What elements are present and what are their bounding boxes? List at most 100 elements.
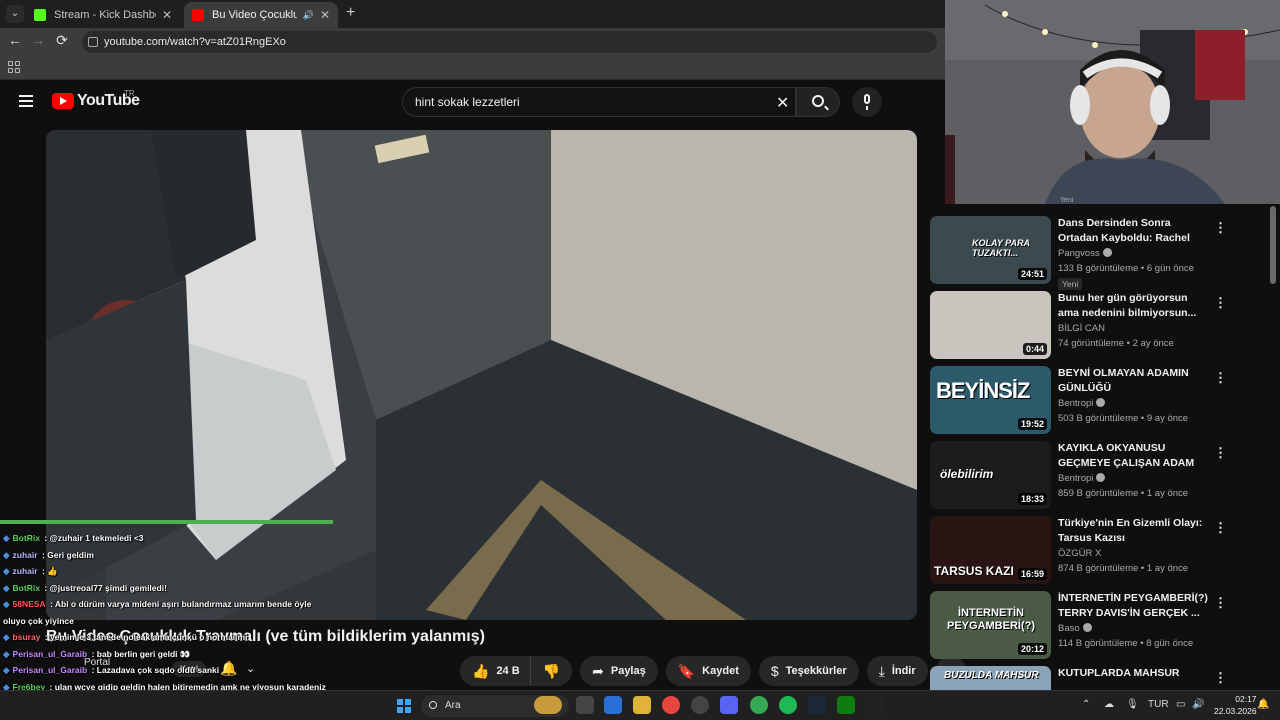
- thumbnail-caption: KOLAY PARA TUZAKTI...: [972, 238, 1030, 258]
- channel-name: ÖZGÜR X: [1058, 548, 1102, 559]
- widget-burger-icon[interactable]: [534, 696, 562, 714]
- chat-username[interactable]: Perisan_ul_Garaib: [13, 665, 88, 675]
- chat-username[interactable]: 58NESA: [13, 599, 46, 609]
- notification-icon[interactable]: 🔔: [1257, 699, 1269, 710]
- video-thumbnail[interactable]: İNTERNETİN PEYGAMBERİ(?) 20:12: [930, 591, 1051, 659]
- recommendation-channel[interactable]: Bentropi: [1058, 398, 1106, 409]
- video-thumbnail[interactable]: ölebilirim 18:33: [930, 441, 1051, 509]
- recommendation-title[interactable]: Bunu her gün görüyorsun ama nedenini bil…: [1058, 291, 1208, 321]
- share-button[interactable]: ➦ Paylaş: [580, 656, 658, 686]
- clear-search-icon[interactable]: ✕: [776, 93, 789, 113]
- site-info-icon[interactable]: [88, 37, 98, 47]
- video-thumbnail[interactable]: TARSUS KAZI 16:59: [930, 516, 1051, 584]
- apps-grid-icon[interactable]: [8, 61, 20, 73]
- obs-icon[interactable]: [691, 696, 709, 714]
- chat-username[interactable]: BotRix: [13, 583, 40, 593]
- save-button[interactable]: 🔖 Kaydet: [665, 656, 751, 686]
- more-options-icon[interactable]: ⋮: [1214, 595, 1227, 611]
- chat-username[interactable]: BotRix: [13, 533, 40, 543]
- search-button[interactable]: [796, 87, 840, 117]
- recommendation-title[interactable]: KUTUPLARDA MAHSUR: [1058, 666, 1208, 681]
- youtube-play-icon: [52, 93, 74, 109]
- tab-close-icon[interactable]: ✕: [162, 8, 172, 22]
- recommendation-channel[interactable]: Bentropi: [1058, 473, 1106, 484]
- video-frame-elevator: [46, 130, 917, 620]
- more-options-icon[interactable]: ⋮: [1214, 295, 1227, 311]
- recommendation-title[interactable]: KAYIKLA OKYANUSU GEÇMEYE ÇALIŞAN ADAM: [1058, 441, 1208, 471]
- youtube-favicon-icon: [192, 9, 204, 21]
- more-options-icon[interactable]: ⋮: [1214, 220, 1227, 236]
- video-thumbnail[interactable]: 0:44: [930, 291, 1051, 359]
- xbox-icon[interactable]: [837, 696, 855, 714]
- dislike-button[interactable]: 👎: [529, 656, 573, 686]
- chevron-down-icon[interactable]: ⌄: [246, 662, 255, 675]
- chrome-active-icon[interactable]: [750, 696, 768, 714]
- search-input[interactable]: hint sokak lezzetleri: [402, 87, 796, 117]
- url-field[interactable]: youtube.com/watch?v=atZ01RngEXo: [82, 31, 937, 53]
- voice-search-button[interactable]: [852, 87, 882, 117]
- recommendation-channel[interactable]: Pangvoss: [1058, 248, 1112, 259]
- video-duration: 19:52: [1017, 418, 1047, 430]
- chat-username[interactable]: Perisan_ul_Garaib: [13, 649, 88, 659]
- recommendation-title[interactable]: Dans Dersinden Sonra Ortadan Kayboldu: R…: [1058, 216, 1208, 246]
- chat-message: ◆ Perisan_ul_Garaib : Lazadava çok sqdo o…: [3, 665, 219, 676]
- tab-youtube-video[interactable]: Bu Video Çocukluk Travmaı 🔊 ✕: [184, 2, 338, 28]
- more-options-icon[interactable]: ⋮: [1214, 520, 1227, 536]
- bookmark-icon: 🔖: [677, 662, 696, 679]
- steam-icon[interactable]: [808, 696, 826, 714]
- verified-icon: [1096, 473, 1106, 482]
- mic-tray-icon[interactable]: 🎙: [1126, 699, 1139, 710]
- chat-username[interactable]: zuhair: [13, 566, 38, 576]
- store-icon[interactable]: [604, 696, 622, 714]
- recommendation-title[interactable]: Türkiye'nin En Gizemli Olayı: Tarsus Kaz…: [1058, 516, 1208, 546]
- epic-games-icon[interactable]: [866, 696, 884, 714]
- volume-icon[interactable]: 🔊: [1192, 699, 1204, 710]
- notification-bell-icon[interactable]: 🔔: [220, 660, 237, 677]
- video-actions: 👍 24 B 👎 ➦ Paylaş 🔖 Kaydet $ Teşekkürler…: [460, 656, 966, 686]
- thanks-icon: $: [770, 663, 779, 679]
- more-options-icon[interactable]: ⋮: [1214, 445, 1227, 461]
- verified-icon: [1102, 248, 1112, 257]
- recommendation-title[interactable]: İNTERNETİN PEYGAMBERİ(?) TERRY DAVIS'İN …: [1058, 591, 1208, 621]
- task-view-icon[interactable]: [576, 696, 594, 714]
- tab-close-icon[interactable]: ✕: [320, 8, 330, 22]
- chat-username[interactable]: zuhair: [13, 550, 38, 560]
- chat-separator: :: [42, 632, 50, 642]
- chrome-icon[interactable]: [662, 696, 680, 714]
- tab-kick-dashboard[interactable]: Stream - Kick Dashboard ✕: [26, 2, 180, 28]
- discord-icon[interactable]: [720, 696, 738, 714]
- start-button[interactable]: [397, 699, 411, 713]
- video-thumbnail[interactable]: KOLAY PARA TUZAKTI... 24:51: [930, 216, 1051, 284]
- video-thumbnail[interactable]: BEYİNSİZ 19:52: [930, 366, 1051, 434]
- chat-username[interactable]: bsuray: [13, 632, 41, 642]
- video-player[interactable]: [46, 130, 917, 620]
- recommendation-title[interactable]: BEYNİ OLMAYAN ADAMIN GÜNLÜĞÜ: [1058, 366, 1208, 396]
- bookmarks-bar: [0, 56, 945, 80]
- download-icon: ⤓: [878, 662, 885, 679]
- thumbnail-caption: BUZULDA MAHSUR: [944, 670, 1039, 681]
- like-button[interactable]: 👍 24 B: [460, 656, 530, 686]
- sidebar-scrollbar[interactable]: [1270, 206, 1276, 284]
- language-indicator[interactable]: TUR: [1148, 699, 1169, 710]
- download-button[interactable]: ⤓ İndir: [866, 656, 928, 686]
- menu-icon[interactable]: [19, 95, 33, 107]
- thumbnail-caption: BEYİNSİZ: [936, 378, 1030, 403]
- recommendation-channel[interactable]: ÖZGÜR X: [1058, 548, 1101, 559]
- display-icon[interactable]: ▭: [1176, 699, 1185, 710]
- more-options-icon[interactable]: ⋮: [1214, 670, 1227, 686]
- recommendation-channel[interactable]: BİLGİ CAN: [1058, 323, 1105, 334]
- tab-audio-icon[interactable]: 🔊: [303, 10, 314, 21]
- file-explorer-icon[interactable]: [633, 696, 651, 714]
- cloud-icon[interactable]: ☁: [1104, 699, 1114, 710]
- recommendation-channel[interactable]: Baso: [1058, 623, 1092, 634]
- more-options-icon[interactable]: ⋮: [1214, 370, 1227, 386]
- new-tab-button[interactable]: +: [346, 4, 355, 22]
- back-button[interactable]: ←: [5, 32, 25, 48]
- system-clock[interactable]: 02:17 22.03.2026: [1214, 693, 1257, 717]
- tab-search-menu[interactable]: ⌄: [6, 5, 24, 23]
- tray-chevron-icon[interactable]: ⌃: [1082, 699, 1090, 710]
- thanks-button[interactable]: $ Teşekkürler: [758, 656, 859, 686]
- spotify-icon[interactable]: [779, 696, 797, 714]
- forward-button[interactable]: →: [28, 32, 48, 48]
- reload-button[interactable]: ⟳: [52, 32, 72, 49]
